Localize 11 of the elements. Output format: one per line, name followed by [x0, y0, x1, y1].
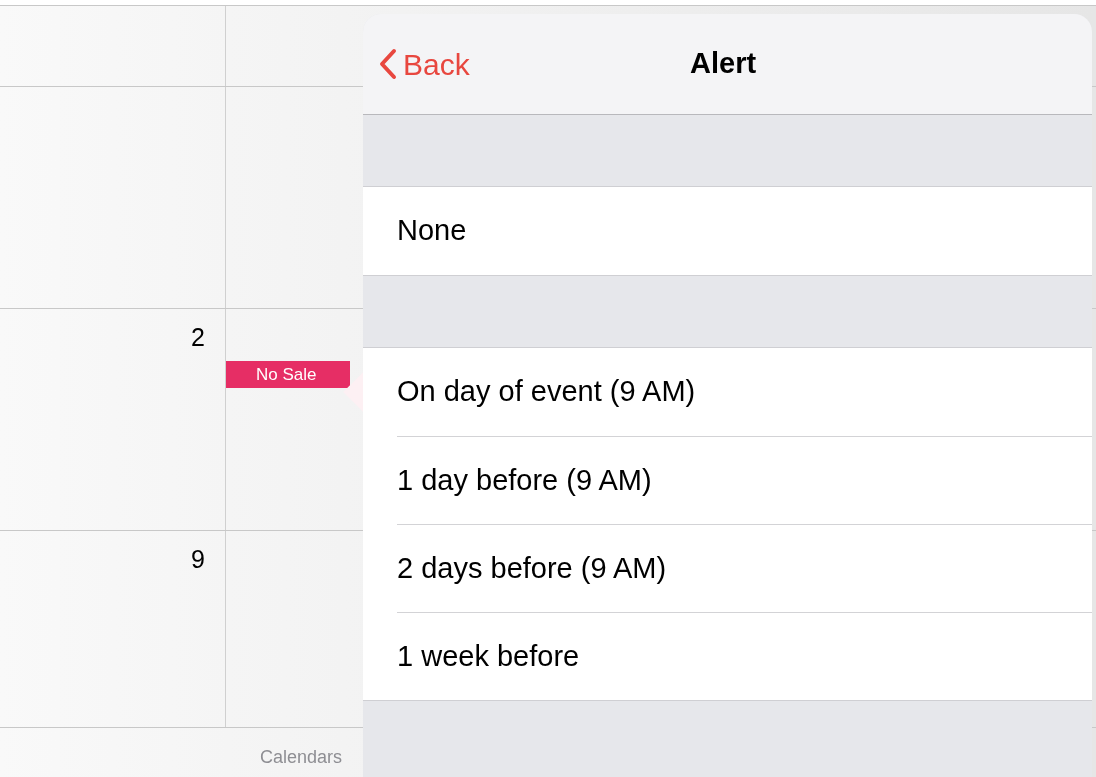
alert-option[interactable]: None [397, 209, 467, 253]
alert-option[interactable]: 1 week before [397, 634, 580, 679]
alert-option[interactable]: On day of event (9 AM) [397, 370, 696, 414]
day-number: 2 [191, 325, 205, 350]
calendar-event[interactable]: No Sale [226, 361, 350, 388]
back-button[interactable]: Back [363, 41, 470, 87]
chevron-left-icon [379, 48, 397, 80]
popover-title: Alert [690, 46, 757, 82]
day-number: 9 [191, 547, 205, 572]
alert-option[interactable]: 2 days before (9 AM) [397, 546, 667, 591]
alert-option[interactable]: 1 day before (9 AM) [397, 458, 652, 503]
